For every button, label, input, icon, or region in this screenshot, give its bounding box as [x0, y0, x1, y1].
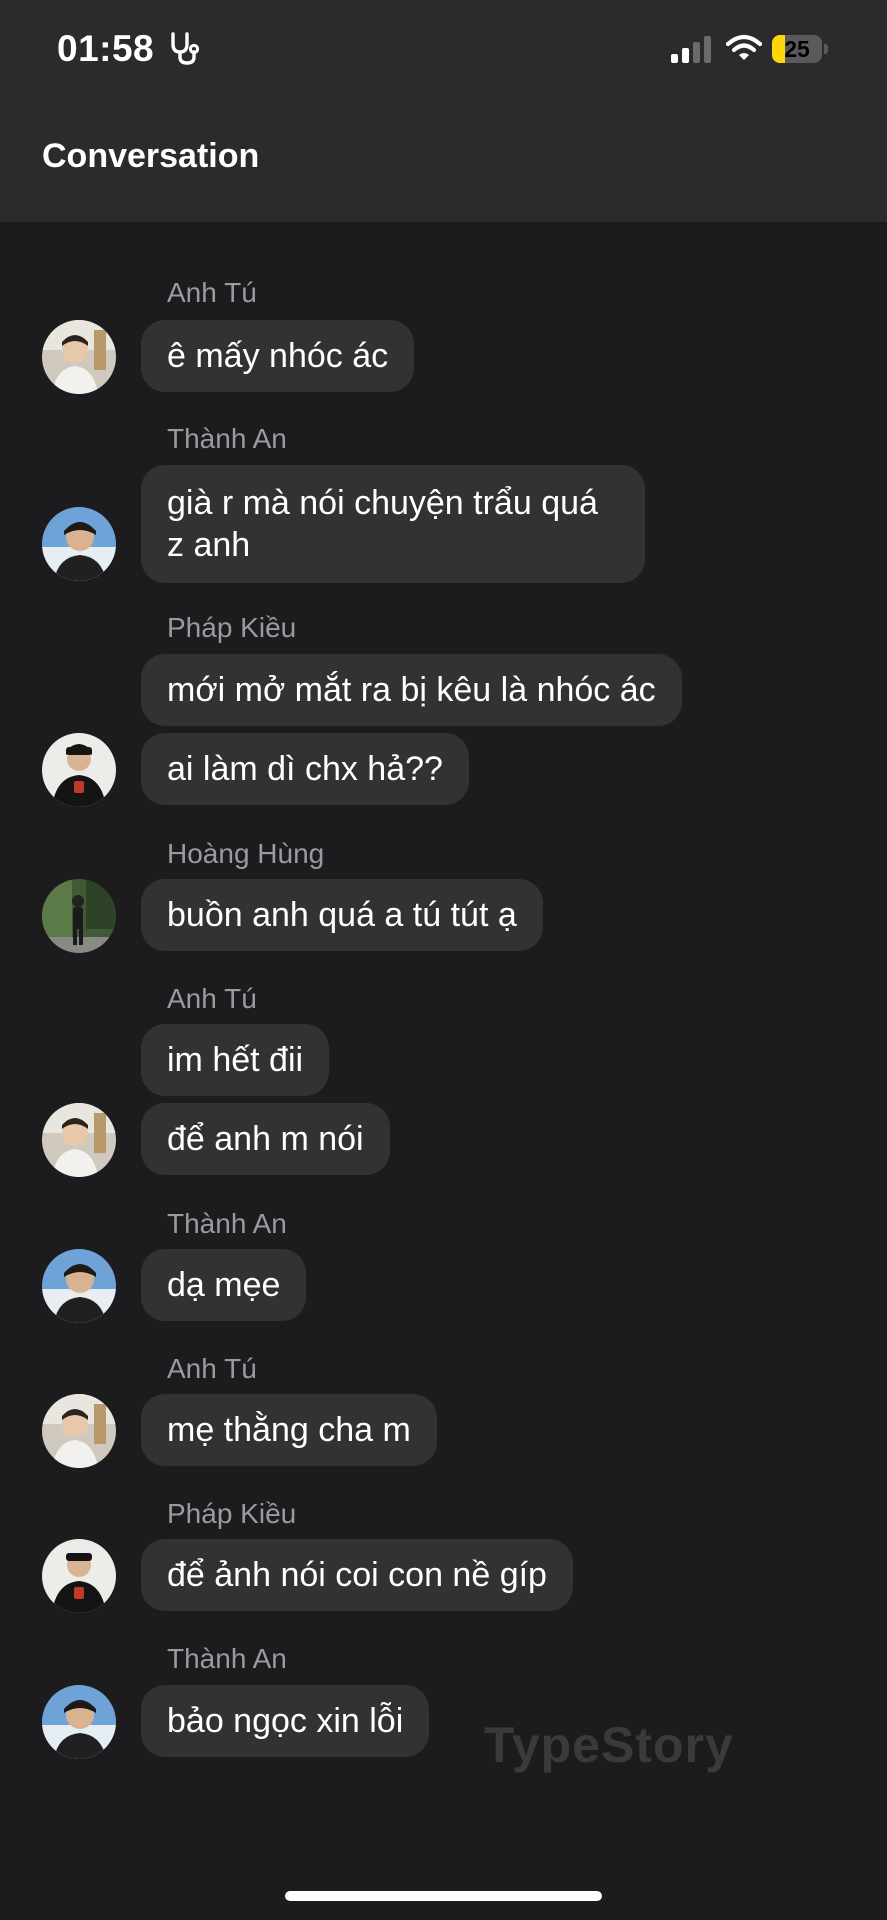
avatar[interactable] — [42, 1685, 116, 1759]
sender-name: Anh Tú — [167, 983, 257, 1014]
status-time: 01:58 — [57, 28, 155, 69]
message-bubble[interactable]: im hết đii — [141, 1024, 330, 1096]
battery-percentage: 25 — [784, 36, 810, 62]
message-bubble[interactable]: mẹ thằng cha m — [141, 1394, 437, 1466]
sender-name: Anh Tú — [167, 277, 257, 308]
battery-icon: 25 — [772, 35, 828, 63]
avatar[interactable] — [42, 320, 116, 394]
message-bubble[interactable]: buồn anh quá a tú tút ạ — [141, 879, 543, 951]
stethoscope-icon — [167, 30, 203, 66]
page-title: Conversation — [42, 137, 260, 175]
message-bubble[interactable]: bảo ngọc xin lỗi — [141, 1685, 430, 1757]
watermark: TypeStory — [484, 1717, 734, 1773]
header-bar: 01:58 25 Conversation — [0, 0, 887, 222]
avatar[interactable] — [42, 1103, 116, 1177]
sender-name: Pháp Kiều — [167, 612, 297, 643]
message-bubble[interactable]: ê mấy nhóc ác — [141, 320, 415, 392]
avatar[interactable] — [42, 733, 116, 807]
sender-name: Anh Tú — [167, 1353, 257, 1384]
sender-name: Thành An — [167, 1208, 287, 1239]
sender-name: Thành An — [167, 1643, 287, 1674]
sender-name: Hoàng Hùng — [167, 838, 325, 869]
wifi-icon — [725, 33, 763, 63]
message-bubble[interactable]: già r mà nói chuyện trẩu quá z anh — [141, 465, 645, 583]
message-bubble[interactable]: dạ mẹe — [141, 1249, 307, 1321]
message-bubble[interactable]: mới mở mắt ra bị kêu là nhóc ác — [141, 654, 682, 726]
avatar[interactable] — [42, 879, 116, 953]
conversation-screen: 01:58 25 Conversation Anh Tú ê mấy nhóc … — [0, 0, 887, 1920]
sender-name: Thành An — [167, 423, 287, 454]
home-indicator[interactable] — [285, 1891, 602, 1901]
message-bubble[interactable]: để ảnh nói coi con nề gíp — [141, 1539, 573, 1611]
avatar[interactable] — [42, 1539, 116, 1613]
avatar[interactable] — [42, 507, 116, 581]
message-bubble[interactable]: để anh m nói — [141, 1103, 390, 1175]
message-bubble[interactable]: ai làm dì chx hả?? — [141, 733, 469, 805]
avatar[interactable] — [42, 1249, 116, 1323]
cellular-signal-icon — [670, 36, 714, 64]
avatar[interactable] — [42, 1394, 116, 1468]
sender-name: Pháp Kiều — [167, 1498, 297, 1529]
